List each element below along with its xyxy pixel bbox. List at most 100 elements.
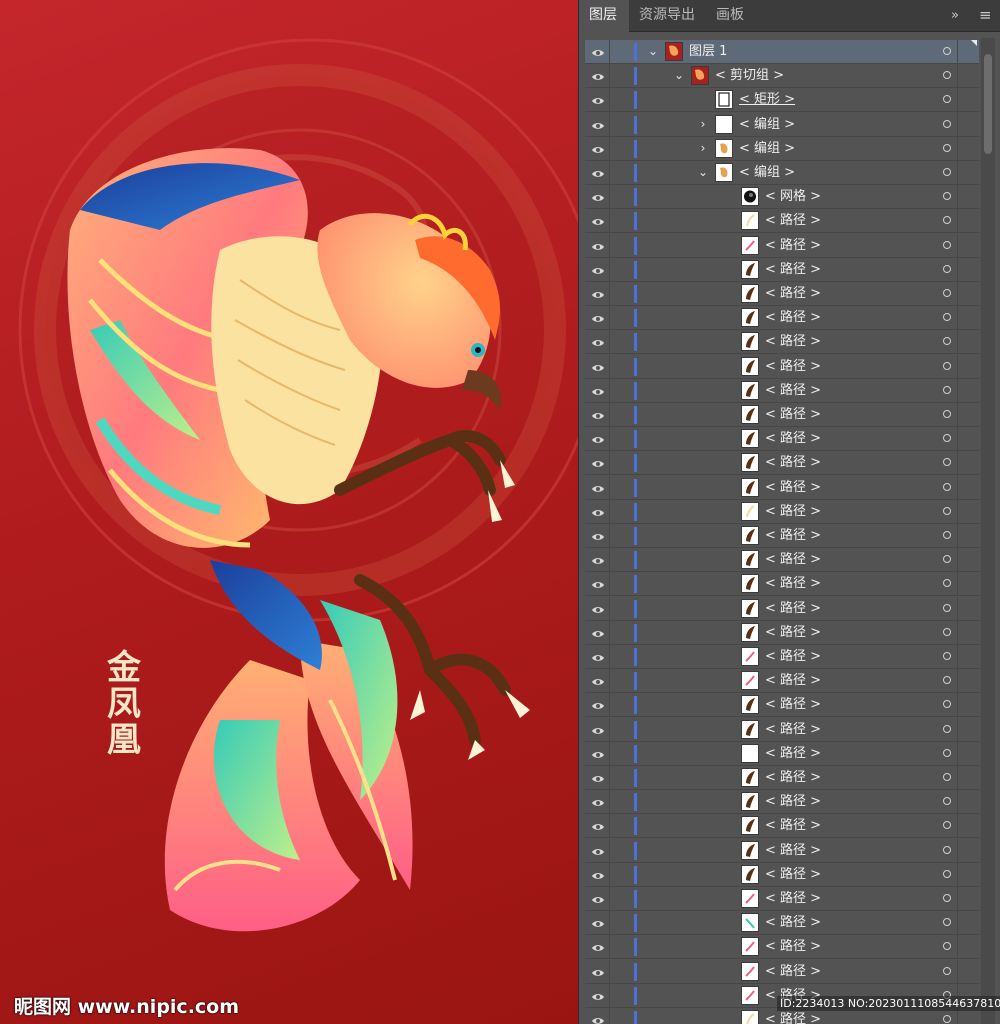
layer-row[interactable]: < 路径 >: [585, 596, 979, 621]
target-circle-icon[interactable]: [943, 773, 951, 781]
layer-name[interactable]: < 剪切组 >: [715, 67, 784, 85]
visibility-eye-icon[interactable]: [591, 892, 605, 906]
lock-column[interactable]: [609, 572, 610, 597]
visibility-eye-icon[interactable]: [591, 795, 605, 809]
target-circle-icon[interactable]: [943, 869, 951, 878]
visibility-eye-icon[interactable]: [591, 626, 605, 640]
target-circle-icon[interactable]: [943, 168, 951, 176]
layer-name[interactable]: < 路径 >: [765, 551, 821, 569]
layer-row[interactable]: < 路径 >: [585, 306, 979, 331]
visibility-eye-icon[interactable]: [591, 142, 605, 156]
selection-column[interactable]: [957, 620, 958, 645]
target-circle-icon[interactable]: [943, 942, 951, 951]
layer-name[interactable]: < 路径 >: [765, 237, 821, 255]
layer-name[interactable]: < 路径 >: [765, 479, 821, 497]
layer-name[interactable]: < 路径 >: [765, 430, 821, 448]
chevron-down-icon[interactable]: ⌄: [673, 68, 685, 82]
layer-name[interactable]: < 路径 >: [765, 890, 821, 908]
selection-column[interactable]: [957, 645, 958, 669]
lock-column[interactable]: [609, 790, 610, 815]
visibility-eye-icon[interactable]: [591, 311, 605, 325]
target-circle-icon[interactable]: [943, 531, 951, 539]
lock-column[interactable]: [609, 524, 610, 548]
layer-name[interactable]: < 路径 >: [765, 721, 821, 739]
layer-name[interactable]: < 路径 >: [765, 212, 821, 230]
selection-column[interactable]: [957, 330, 958, 355]
layer-name[interactable]: < 路径 >: [765, 527, 821, 545]
visibility-eye-icon[interactable]: [591, 166, 605, 180]
selection-column[interactable]: [957, 354, 958, 379]
layer-name[interactable]: < 路径 >: [765, 914, 821, 932]
target-circle-icon[interactable]: [943, 434, 951, 443]
tab-asset-export[interactable]: 资源导出: [629, 0, 706, 31]
target-circle-icon[interactable]: [943, 361, 951, 370]
selection-column[interactable]: [957, 136, 958, 161]
visibility-eye-icon[interactable]: [591, 868, 605, 882]
collapse-panel-icon[interactable]: »: [951, 0, 959, 31]
selection-column[interactable]: [957, 693, 958, 718]
layer-name[interactable]: < 路径 >: [765, 382, 821, 400]
target-circle-icon[interactable]: [943, 47, 951, 55]
layer-row[interactable]: < 路径 >: [585, 911, 979, 936]
visibility-eye-icon[interactable]: [591, 505, 605, 519]
target-circle-icon[interactable]: [943, 119, 951, 128]
lock-column[interactable]: [609, 185, 610, 210]
lock-column[interactable]: [609, 112, 610, 137]
selection-column[interactable]: [957, 282, 958, 306]
target-circle-icon[interactable]: [943, 918, 951, 927]
layer-name[interactable]: < 路径 >: [765, 769, 821, 787]
selection-column[interactable]: [957, 40, 958, 64]
selection-column[interactable]: [957, 185, 958, 210]
layer-name[interactable]: < 路径 >: [765, 575, 821, 593]
lock-column[interactable]: [609, 741, 610, 766]
target-circle-icon[interactable]: [943, 821, 951, 830]
layer-row[interactable]: < 路径 >: [585, 741, 979, 766]
selection-column[interactable]: [957, 862, 958, 887]
lock-column[interactable]: [609, 717, 610, 742]
layer-name[interactable]: < 编组 >: [739, 164, 795, 182]
selection-column[interactable]: [957, 887, 958, 911]
target-circle-icon[interactable]: [943, 748, 951, 757]
selection-column[interactable]: [957, 64, 958, 89]
visibility-eye-icon[interactable]: [591, 118, 605, 132]
lock-column[interactable]: [609, 88, 610, 113]
target-circle-icon[interactable]: [943, 603, 951, 612]
lock-column[interactable]: [609, 693, 610, 718]
selection-column[interactable]: [957, 935, 958, 960]
lock-column[interactable]: [609, 136, 610, 161]
artboard-canvas[interactable]: 金 凤 凰 昵图网 www.nipic.com: [0, 0, 578, 1024]
layer-row[interactable]: < 路径 >: [585, 403, 979, 427]
lock-column[interactable]: [609, 1008, 610, 1024]
lock-column[interactable]: [609, 596, 610, 621]
layer-row[interactable]: < 矩形 >: [585, 88, 979, 113]
selection-column[interactable]: [957, 88, 958, 113]
layer-row[interactable]: < 路径 >: [585, 354, 979, 379]
target-circle-icon[interactable]: [943, 797, 951, 806]
target-circle-icon[interactable]: [943, 240, 951, 249]
layer-row[interactable]: < 路径 >: [585, 766, 979, 790]
layer-row[interactable]: › < 编组 >: [585, 112, 979, 137]
target-circle-icon[interactable]: [943, 337, 951, 346]
layer-name[interactable]: < 路径 >: [765, 503, 821, 521]
layer-row[interactable]: < 路径 >: [585, 669, 979, 694]
visibility-eye-icon[interactable]: [591, 844, 605, 858]
target-circle-icon[interactable]: [943, 71, 951, 80]
target-circle-icon[interactable]: [943, 289, 951, 297]
lock-column[interactable]: [609, 64, 610, 89]
layer-row[interactable]: < 路径 >: [585, 887, 979, 911]
chevron-down-icon[interactable]: ⌄: [647, 44, 659, 58]
layer-row[interactable]: < 路径 >: [585, 935, 979, 960]
layer-name[interactable]: < 路径 >: [765, 696, 821, 714]
visibility-eye-icon[interactable]: [591, 69, 605, 83]
visibility-eye-icon[interactable]: [591, 989, 605, 1003]
visibility-eye-icon[interactable]: [591, 553, 605, 567]
target-circle-icon[interactable]: [943, 313, 951, 322]
layer-name[interactable]: < 路径 >: [765, 963, 821, 981]
lock-column[interactable]: [609, 548, 610, 573]
layer-row[interactable]: < 路径 >: [585, 790, 979, 815]
lock-column[interactable]: [609, 403, 610, 427]
layer-row-layer-1[interactable]: ⌄ 图层 1: [585, 40, 979, 64]
selection-column[interactable]: [957, 209, 958, 234]
selection-column[interactable]: [957, 427, 958, 452]
target-circle-icon[interactable]: [943, 700, 951, 709]
